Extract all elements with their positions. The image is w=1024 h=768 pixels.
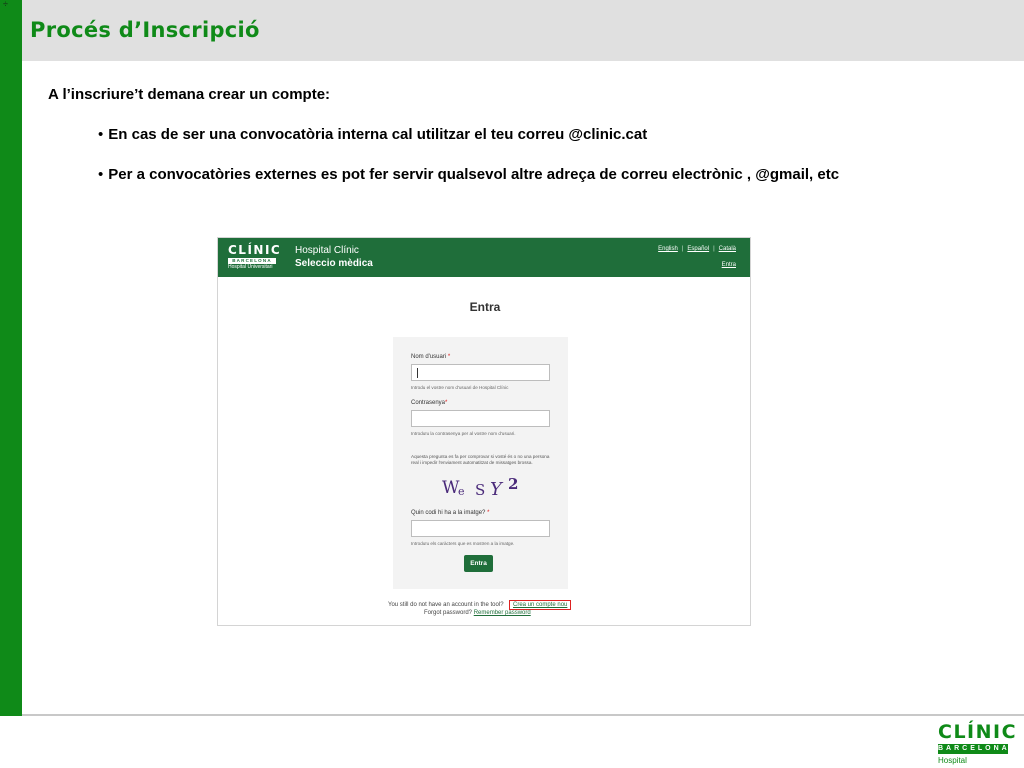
username-label: Nom d'usuari * xyxy=(411,354,451,360)
captcha-label: Quin codi hi ha a la imatge? * xyxy=(411,510,490,516)
slide-title: Procés d’Inscripció xyxy=(30,18,260,42)
footer-rule xyxy=(22,714,1024,716)
left-accent-bar: ÷ xyxy=(0,0,22,716)
bullet-internal-text: En cas de ser una convocatòria interna c… xyxy=(108,126,648,143)
bullet-external: • Per a convocatòries externes es pot fer… xyxy=(98,166,839,183)
lang-catalan-link[interactable]: Català xyxy=(719,246,736,252)
password-label: Contrasenya* xyxy=(411,400,448,406)
logo-sub2: Hospital Universitari xyxy=(228,264,273,270)
captcha-input[interactable] xyxy=(411,520,550,537)
create-account-link[interactable]: Crea un compte nou xyxy=(509,600,572,610)
no-account-text: You still do not have an account in the … xyxy=(388,602,504,608)
footer-logo-sub: BARCELONA xyxy=(938,744,1010,754)
password-input[interactable] xyxy=(411,410,550,427)
forgot-password-line: Forgot password? Remember password xyxy=(424,610,531,616)
username-input[interactable] xyxy=(411,364,550,381)
site-header: CLÍNIC BARCELONA Hospital Universitari H… xyxy=(218,238,750,277)
bullet-dot: • xyxy=(98,166,104,183)
bullet-internal: • En cas de ser una convocatòria interna … xyxy=(98,126,647,143)
captcha-image: W e S Y 2 xyxy=(442,475,519,500)
captcha-help: Introduïu els caràcters que es mostren a… xyxy=(411,541,515,546)
clinic-logo: CLÍNIC BARCELONA Hospital Universitari xyxy=(228,243,282,271)
bullet-dot: • xyxy=(98,126,104,143)
password-help: Introduïu la contrasenya per al vostre n… xyxy=(411,431,516,436)
login-heading: Entra xyxy=(469,300,501,314)
login-panel: Nom d'usuari * Introdu el vostre nom d'u… xyxy=(393,337,568,589)
corner-mark: ÷ xyxy=(3,0,8,9)
captcha-note: Aquesta pregunta es fa per comprovar si … xyxy=(411,454,550,465)
intro-line: A l’inscriure’t demana crear un compte: xyxy=(48,86,331,103)
footer-logo-sub2: Hospital Universitari xyxy=(938,756,978,768)
login-screenshot: CLÍNIC BARCELONA Hospital Universitari H… xyxy=(217,237,751,626)
header-login-link[interactable]: Entra xyxy=(722,262,736,268)
lang-spanish-link[interactable]: Español xyxy=(687,246,709,252)
logo-name: CLÍNIC xyxy=(228,243,282,257)
forgot-password-text: Forgot password? xyxy=(424,610,473,616)
username-help: Introdu el vostre nom d'usuari de Hospit… xyxy=(411,385,509,390)
footer-clinic-logo: CLÍNIC BARCELONA Hospital Universitari xyxy=(938,721,1018,768)
login-button[interactable]: Entra xyxy=(464,555,493,572)
lang-english-link[interactable]: English xyxy=(658,246,678,252)
site-titles: Hospital Clínic Seleccio mèdica xyxy=(295,244,373,270)
bullet-external-text: Per a convocatòries externes es pot fer … xyxy=(108,166,840,183)
language-links: English | Español | Català xyxy=(658,246,736,252)
site-subtitle: Seleccio mèdica xyxy=(295,258,373,269)
remember-password-link[interactable]: Remember password xyxy=(474,610,531,616)
footer-logo-name: CLÍNIC xyxy=(938,721,1018,743)
site-title: Hospital Clínic xyxy=(295,245,359,256)
